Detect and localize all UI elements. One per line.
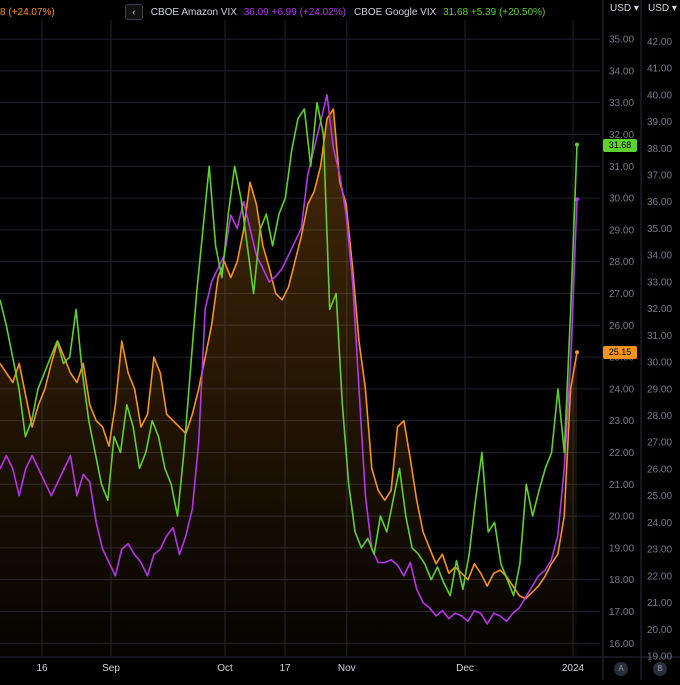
right-axis-tick: 35.00 xyxy=(647,224,672,235)
right-axis-tick: 26.00 xyxy=(647,464,672,475)
left-axis-tick: 17.00 xyxy=(609,607,634,618)
left-axis-tick: 22.00 xyxy=(609,448,634,459)
legend-series-3-value: 31.68 +5.39 (+20.50%) xyxy=(443,6,546,18)
right-axis-tick: 24.00 xyxy=(647,518,672,529)
x-tick-label: 2024 xyxy=(562,663,585,674)
x-tick-label: Sep xyxy=(102,663,120,674)
right-axis-tick: 38.00 xyxy=(647,144,672,155)
series-last-point-2 xyxy=(575,142,579,147)
chevron-left-icon[interactable]: ‹ xyxy=(124,4,143,20)
right-axis-tick: 36.00 xyxy=(647,197,672,208)
right-axis-tick: 31.00 xyxy=(647,331,672,342)
legend-series-3-label: CBOE Google VIX xyxy=(354,6,437,18)
left-axis-tick: 26.00 xyxy=(609,321,634,332)
right-axis-tick: 28.00 xyxy=(647,411,672,422)
left-axis-tick: 30.00 xyxy=(609,194,634,205)
right-axis-tick: 39.00 xyxy=(647,117,672,128)
price-badge-orange: 25.15 xyxy=(603,346,637,360)
legend-series-2[interactable]: CBOE Amazon VIX 36.09 +6.99 (+24.02%) xyxy=(151,7,346,18)
left-axis-tick: 28.00 xyxy=(609,257,634,268)
right-axis-tick: 34.00 xyxy=(647,251,672,262)
legend-series-1[interactable]: 8 (+24.07%) xyxy=(0,7,55,18)
left-axis-tick: 21.00 xyxy=(609,480,634,491)
right-axis-tick: 29.00 xyxy=(647,384,672,395)
left-axis-tick: 20.00 xyxy=(609,512,634,523)
left-axis-tick: 31.00 xyxy=(609,162,634,173)
right-axis-tick: 21.00 xyxy=(647,598,672,609)
right-axis-tick: 23.00 xyxy=(647,545,672,556)
legend-series-2-label: CBOE Amazon VIX xyxy=(150,6,237,18)
x-tick-label: Nov xyxy=(338,663,356,674)
series-last-point-0 xyxy=(575,350,579,355)
right-axis-tick: 41.00 xyxy=(647,64,672,75)
right-axis-tick: 42.00 xyxy=(647,37,672,48)
axis-b-button[interactable]: B xyxy=(653,662,667,676)
left-axis-tick: 27.00 xyxy=(609,289,634,300)
left-axis-unit: USD ▾ xyxy=(610,3,639,14)
right-axis-tick: 27.00 xyxy=(647,438,672,449)
left-axis-tick: 33.00 xyxy=(609,98,634,109)
left-axis-tick: 23.00 xyxy=(609,416,634,427)
left-axis-tick: 35.00 xyxy=(609,35,634,46)
right-axis-unit: USD ▾ xyxy=(648,3,677,14)
x-tick-label: Dec xyxy=(456,663,474,674)
right-axis-tick: 32.00 xyxy=(647,304,672,315)
left-axis-tick: 34.00 xyxy=(609,66,634,77)
right-axis-tick: 33.00 xyxy=(647,277,672,288)
chart-root: 16 Sep Oct 17 Nov Dec 2024 USD ▾ USD ▾ 35.00 34.00… xyxy=(0,0,680,680)
left-axis-tick: 18.00 xyxy=(609,575,634,586)
left-axis-tick: 16.00 xyxy=(609,639,634,650)
price-badge-green: 31.68 xyxy=(603,138,637,152)
legend-series-2-value: 36.09 +6.99 (+24.02%) xyxy=(243,6,347,18)
right-axis-tick: 22.00 xyxy=(647,571,672,582)
axis-a-button[interactable]: A xyxy=(614,662,628,676)
x-tick-label: 16 xyxy=(36,663,48,674)
right-axis-tick: 40.00 xyxy=(647,90,672,101)
left-axis-tick: 24.00 xyxy=(609,384,634,395)
x-tick-label: 17 xyxy=(279,663,291,674)
chart-svg: 16 Sep Oct 17 Nov Dec 2024 USD ▾ USD ▾ 35.00 34.00… xyxy=(0,0,680,680)
right-axis-tick: 20.00 xyxy=(647,625,672,636)
left-axis-tick: 29.00 xyxy=(609,225,634,236)
right-axis-tick: 37.00 xyxy=(647,170,672,181)
right-axis-tick: 19.00 xyxy=(647,652,672,663)
left-axis-tick: 19.00 xyxy=(609,543,634,554)
right-axis-tick: 30.00 xyxy=(647,358,672,369)
x-tick-label: Oct xyxy=(217,663,233,674)
right-axis-tick: 25.00 xyxy=(647,491,672,502)
legend: 8 (+24.07%) ‹ CBOE Amazon VIX 36.09 +6.9… xyxy=(0,2,553,22)
legend-series-3[interactable]: CBOE Google VIX 31.68 +5.39 (+20.50%) xyxy=(354,7,545,18)
